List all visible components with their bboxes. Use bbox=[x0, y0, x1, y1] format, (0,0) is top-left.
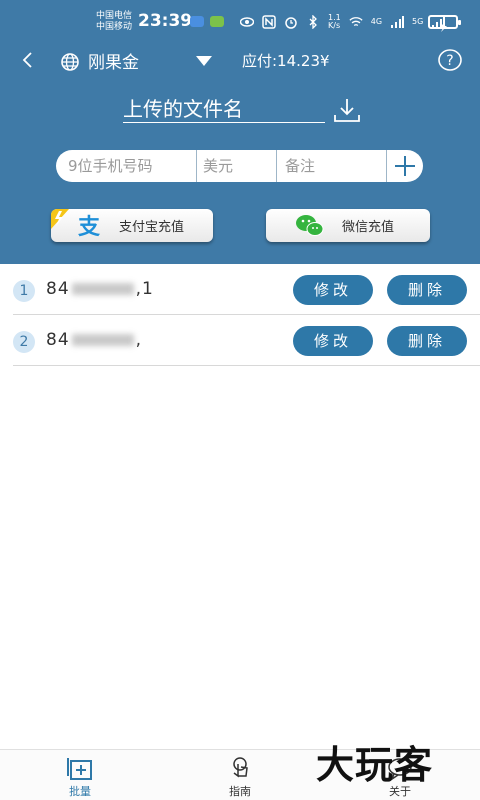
batch-add-icon bbox=[67, 758, 92, 780]
charging-bolt-icon bbox=[439, 23, 447, 32]
net-speed-unit: K/s bbox=[328, 21, 341, 30]
download-icon[interactable] bbox=[332, 96, 362, 124]
help-icon[interactable]: ? bbox=[438, 49, 462, 71]
bluetooth-icon bbox=[309, 15, 317, 29]
app-header: 中国电信 中国移动 23:39 1.1 K/s 4G 5G 刚果金 应付:14.2… bbox=[0, 0, 480, 264]
item-index: 1 bbox=[13, 280, 35, 302]
list-item: 1 84,1 修改 删除 bbox=[13, 265, 480, 315]
carrier-telecom: 中国电信 bbox=[96, 11, 133, 21]
entry-input-bar bbox=[56, 150, 423, 182]
carrier-mobile: 中国移动 bbox=[96, 22, 133, 32]
edit-button[interactable]: 修改 bbox=[293, 326, 373, 356]
item-phone-number: 84,1 bbox=[46, 279, 154, 299]
redacted-blur bbox=[71, 283, 134, 295]
alipay-recharge-button[interactable]: 支 支付宝充值 bbox=[51, 209, 213, 242]
wechat-logo-icon bbox=[296, 215, 324, 236]
status-bar: 中国电信 中国移动 23:39 1.1 K/s 4G 5G bbox=[0, 0, 480, 44]
item-number-prefix: 84 bbox=[46, 279, 70, 299]
android-icon bbox=[210, 16, 224, 27]
redacted-blur bbox=[71, 334, 134, 346]
svg-text:?: ? bbox=[446, 53, 453, 69]
nav-batch[interactable]: 批量 bbox=[40, 750, 120, 800]
amount-due: 应付:14.23¥ bbox=[242, 52, 330, 70]
back-chevron-icon[interactable] bbox=[18, 50, 38, 70]
plus-icon bbox=[395, 156, 415, 176]
note-input[interactable] bbox=[276, 150, 386, 182]
signal1-label: 4G bbox=[370, 17, 383, 26]
wechat-recharge-label: 微信充值 bbox=[342, 220, 395, 235]
net-speed: 1.1 K/s bbox=[328, 14, 341, 30]
delete-button[interactable]: 删除 bbox=[387, 275, 467, 305]
wechat-recharge-button[interactable]: 微信充值 bbox=[266, 209, 430, 242]
alipay-recharge-label: 支付宝充值 bbox=[119, 220, 185, 235]
watermark: 大玩客 bbox=[316, 743, 434, 787]
phone-input[interactable] bbox=[56, 150, 196, 182]
list-item: 2 84, 修改 删除 bbox=[13, 316, 480, 366]
usd-amount-input[interactable] bbox=[196, 150, 276, 182]
nav-guide[interactable]: 指南 bbox=[200, 750, 280, 800]
dropdown-triangle-icon[interactable] bbox=[195, 55, 213, 67]
nav-guide-label: 指南 bbox=[229, 785, 251, 798]
delete-button[interactable]: 删除 bbox=[387, 326, 467, 356]
eye-icon bbox=[240, 17, 254, 27]
add-entry-button[interactable] bbox=[386, 150, 423, 182]
metal-selector-label[interactable]: 刚果金 bbox=[88, 48, 139, 73]
item-number-suffix: , bbox=[135, 330, 143, 350]
alipay-logo-icon: 支 bbox=[51, 209, 101, 240]
nfc-icon bbox=[262, 15, 276, 29]
carrier-names: 中国电信 中国移动 bbox=[96, 11, 132, 33]
notification-app-icon bbox=[190, 16, 204, 27]
wifi-icon bbox=[349, 17, 363, 27]
nav-batch-label: 批量 bbox=[69, 785, 91, 798]
item-number-suffix: ,1 bbox=[135, 279, 154, 299]
status-icons: 1.1 K/s 4G 5G bbox=[240, 14, 446, 30]
status-time: 23:39 bbox=[138, 11, 193, 31]
item-number-prefix: 84 bbox=[46, 330, 70, 350]
globe-icon bbox=[61, 53, 79, 71]
item-index: 2 bbox=[13, 331, 35, 353]
alipay-glyph: 支 bbox=[78, 215, 101, 240]
alarm-icon bbox=[285, 17, 297, 29]
signal2-label: 5G bbox=[412, 17, 424, 26]
guide-touch-icon bbox=[233, 757, 248, 778]
upload-filename[interactable]: 上传的文件名 bbox=[123, 93, 325, 123]
signal-icon bbox=[391, 16, 405, 28]
edit-button[interactable]: 修改 bbox=[293, 275, 373, 305]
item-phone-number: 84, bbox=[46, 330, 142, 350]
battery-icon bbox=[428, 15, 461, 32]
